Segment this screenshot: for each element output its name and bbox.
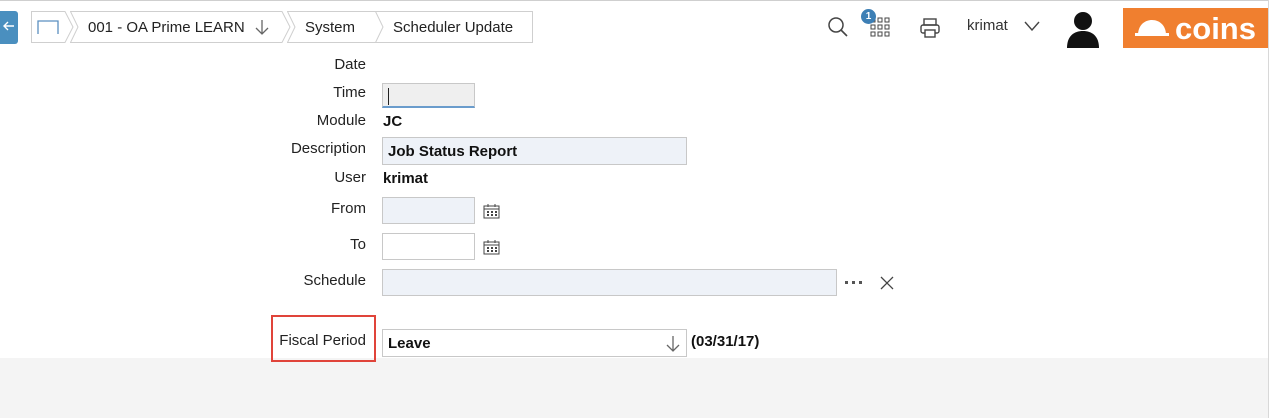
printer-icon[interactable] [919, 17, 941, 39]
coins-logo: coins [1123, 8, 1268, 48]
avatar[interactable] [1065, 10, 1101, 48]
clear-icon[interactable] [880, 276, 894, 290]
to-date-input[interactable] [382, 233, 475, 260]
time-label: Time [333, 84, 366, 101]
description-label: Description [290, 140, 366, 157]
arrow-left-icon [2, 19, 16, 36]
module-value: JC [383, 113, 403, 130]
calendar-icon[interactable] [483, 239, 500, 255]
fiscal-period-select[interactable]: Leave [382, 329, 687, 357]
logo-wordmark: coins [1175, 10, 1256, 46]
user-label: User [334, 169, 366, 186]
breadcrumb-scheduler-update[interactable]: Scheduler Update [375, 11, 533, 43]
home-icon [37, 20, 59, 38]
date-label: Date [334, 56, 366, 73]
fiscal-period-value: Leave [388, 334, 431, 352]
breadcrumb-company-label: 001 - OA Prime LEARN [88, 18, 245, 36]
breadcrumb-system-label: System [305, 18, 356, 36]
description-value: Job Status Report [388, 142, 518, 160]
time-input[interactable] [382, 83, 475, 108]
back-button[interactable] [0, 11, 18, 44]
breadcrumb-scheduler-update-label: Scheduler Update [393, 18, 514, 36]
module-label: Module [316, 112, 366, 129]
chevron-down-icon[interactable] [1024, 21, 1040, 31]
fiscal-period-date: (03/31/17) [691, 333, 760, 350]
schedule-input[interactable] [382, 269, 837, 296]
arrow-down-icon [255, 19, 269, 35]
notification-badge: 1 [861, 9, 876, 24]
user-value: krimat [383, 170, 429, 187]
schedule-label: Schedule [303, 272, 366, 289]
breadcrumb-company[interactable]: 001 - OA Prime LEARN [70, 11, 292, 43]
calendar-icon[interactable] [483, 203, 500, 219]
breadcrumb-home[interactable] [31, 11, 75, 43]
scrollbar[interactable] [1268, 0, 1278, 418]
text-caret [388, 88, 389, 105]
from-date-input[interactable] [382, 197, 475, 224]
fiscal-period-highlight [271, 315, 376, 362]
hardhat-icon [1135, 18, 1170, 39]
main-panel [0, 0, 1268, 358]
arrow-down-icon [666, 335, 680, 352]
from-label: From [331, 200, 366, 217]
search-icon[interactable] [827, 16, 849, 38]
user-menu-label[interactable]: krimat [967, 17, 1008, 34]
breadcrumb-system[interactable]: System [287, 11, 387, 43]
description-field[interactable]: Job Status Report [382, 137, 687, 165]
to-label: To [350, 236, 366, 253]
more-options-icon[interactable] [845, 280, 863, 286]
